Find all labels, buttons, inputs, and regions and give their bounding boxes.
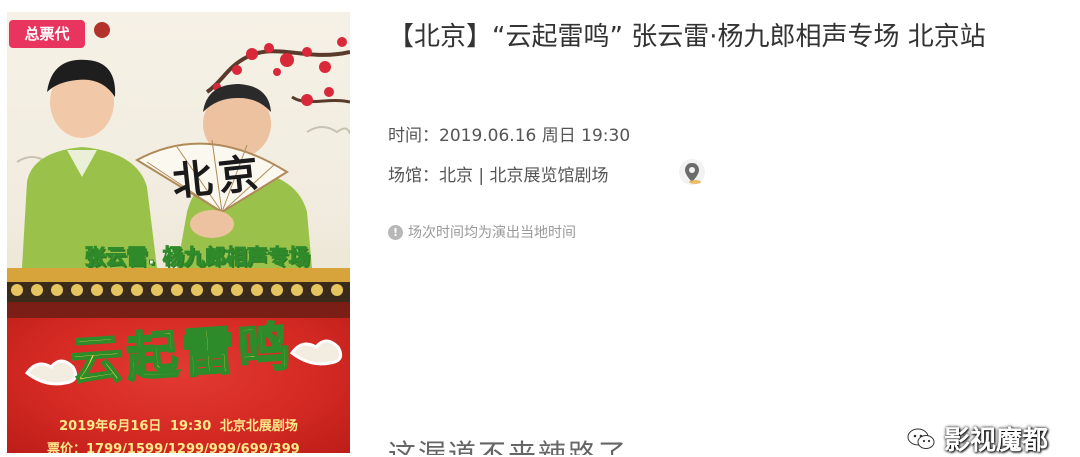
timezone-note-text: 场次时间均为演出当地时间: [408, 225, 576, 241]
event-title: 【北京】“云起雷鸣” 张云雷·杨九郎相声专场 北京站: [388, 22, 986, 52]
wechat-logo-icon: [907, 428, 935, 449]
watermark: 影视魔都: [906, 420, 1048, 457]
time-label: 时间：: [388, 126, 439, 146]
cut-off-text: 这漏道不来辣路了: [388, 438, 629, 455]
timezone-note: ! 场次时间均为演出当地时间: [388, 222, 576, 242]
ticket-agent-badge: 总票代: [9, 20, 85, 48]
watermark-text: 影视魔都: [943, 426, 1048, 456]
event-time-row: 时间：2019.06.16 周日 19:30: [388, 121, 630, 146]
event-poster[interactable]: 总票代 北京 张云雷. 杨九郎相声专场 云起雷鸣 2019年6月16日 19:3…: [7, 12, 350, 453]
poster-subtitle: 张云雷. 杨九郎相声专场: [84, 245, 310, 270]
venue-label: 场馆：: [388, 166, 439, 186]
poster-price-line: 票价：1799/1599/1299/999/699/399: [47, 442, 300, 453]
poster-artwork: [16, 22, 350, 268]
poster-date-line: 2019年6月16日 19:30 北京北展剧场: [59, 419, 298, 434]
map-pin-icon[interactable]: [678, 158, 706, 188]
venue-value[interactable]: 北京 | 北京展览馆剧场: [439, 166, 609, 186]
info-icon: !: [388, 224, 403, 240]
fan-city-text: 北京: [170, 149, 267, 206]
event-venue-row: 场馆：北京 | 北京展览馆剧场: [388, 161, 609, 186]
time-value: 2019.06.16 周日 19:30: [439, 126, 631, 146]
